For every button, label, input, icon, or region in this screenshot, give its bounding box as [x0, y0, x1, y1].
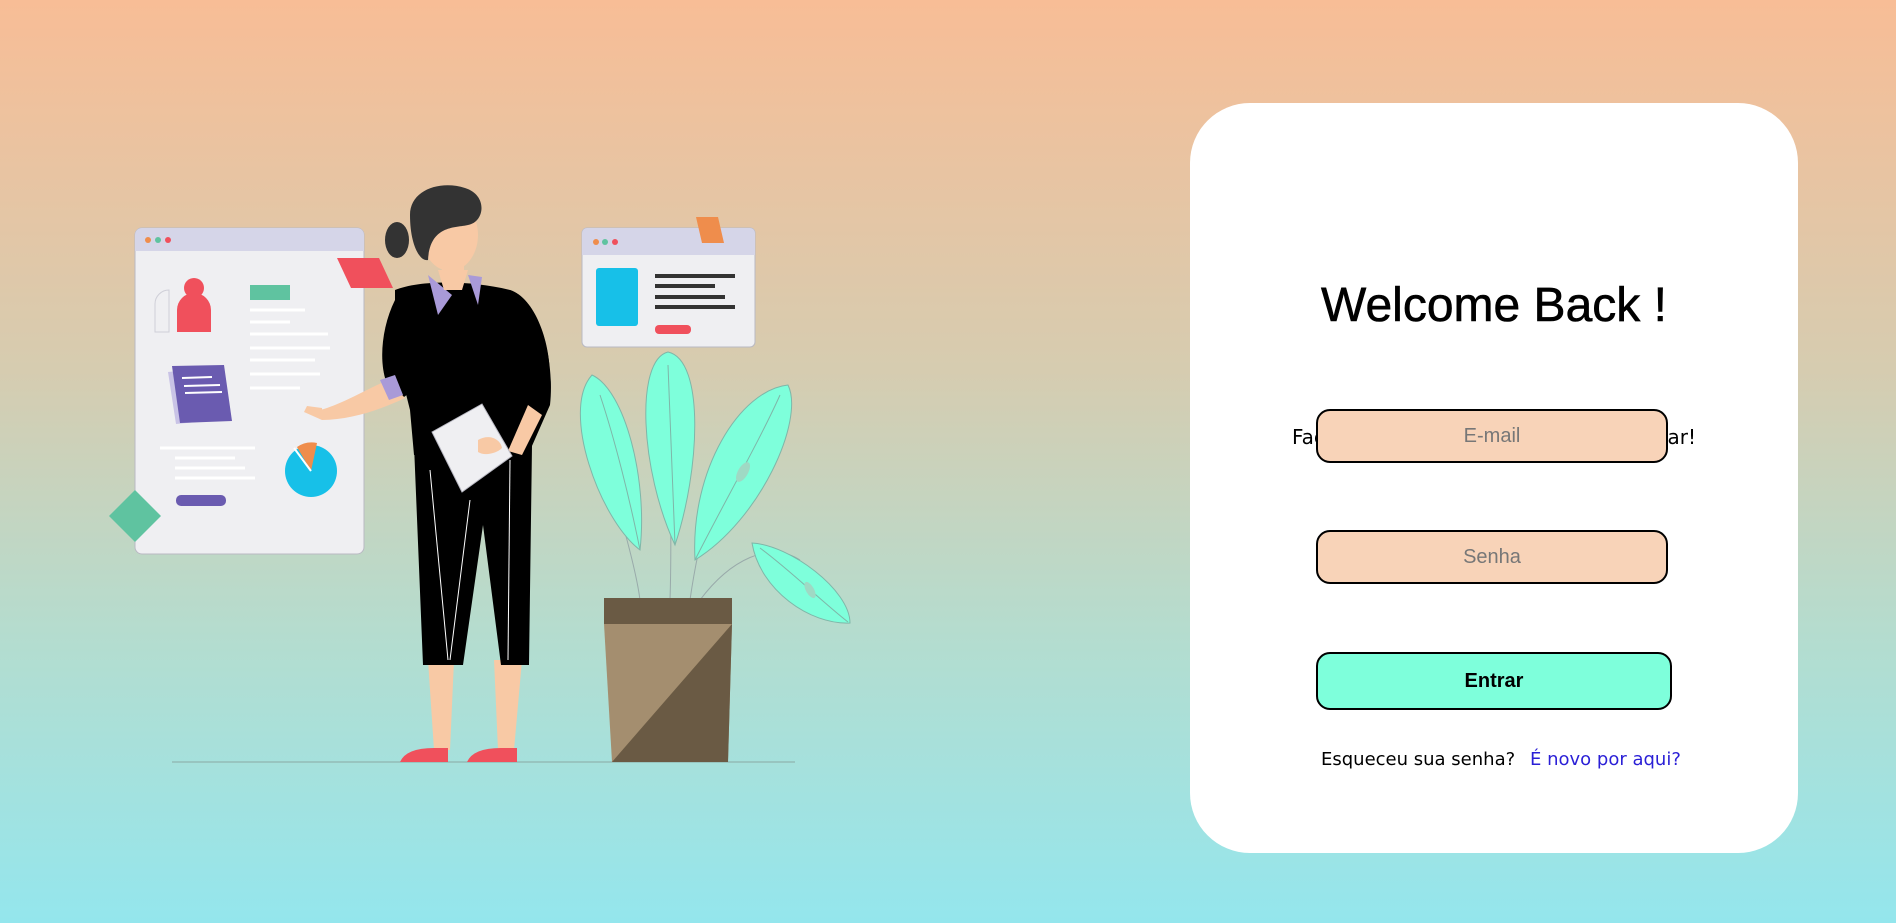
hero-illustration	[109, 185, 851, 763]
password-field[interactable]	[1316, 530, 1668, 584]
forgot-password-link[interactable]: Esqueceu sua senha?	[1321, 749, 1515, 770]
dashboard-panel-illustration	[134, 227, 365, 555]
window-panel-illustration	[581, 217, 756, 348]
login-card: Welcome Back ! Faça o login em sua conta…	[1190, 103, 1798, 853]
plant-illustration	[579, 351, 851, 762]
welcome-title: Welcome Back !	[1321, 279, 1667, 333]
login-button[interactable]: Entrar	[1316, 652, 1672, 710]
signup-link[interactable]: É novo por aqui?	[1530, 749, 1681, 770]
email-field[interactable]	[1316, 409, 1668, 463]
